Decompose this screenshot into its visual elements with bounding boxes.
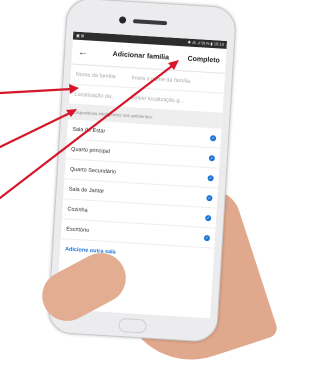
camera-icon [118,16,127,24]
family-location-input[interactable]: Definir localização g... [130,95,218,106]
complete-button[interactable]: Completo [187,55,220,64]
room-name: Cozinha [67,206,88,214]
status-left: ▣ ⊞ [75,32,85,39]
check-icon[interactable]: ✓ [209,134,217,141]
back-arrow-icon[interactable]: ← [78,46,95,58]
check-icon[interactable]: ✓ [208,154,216,161]
speaker-grille [132,19,168,26]
room-name: Sala de Estar [72,126,106,135]
family-name-input[interactable]: Insira o nome da família [131,75,219,86]
family-name-label: Nome da família [75,71,116,80]
room-name: Quarto principal [70,146,111,155]
room-name: Sala de Jantar [68,186,105,195]
home-button [118,317,147,334]
check-icon[interactable]: ✓ [206,194,213,201]
check-icon[interactable]: ✓ [203,234,211,241]
check-icon[interactable]: ✓ [207,174,214,181]
room-name: Quarto Secundário [69,166,117,175]
page-title: Adicionar família [112,50,170,61]
family-location-label: Localização da... [74,91,116,100]
room-name: Escritório [66,225,90,234]
check-icon[interactable]: ✓ [205,214,212,221]
